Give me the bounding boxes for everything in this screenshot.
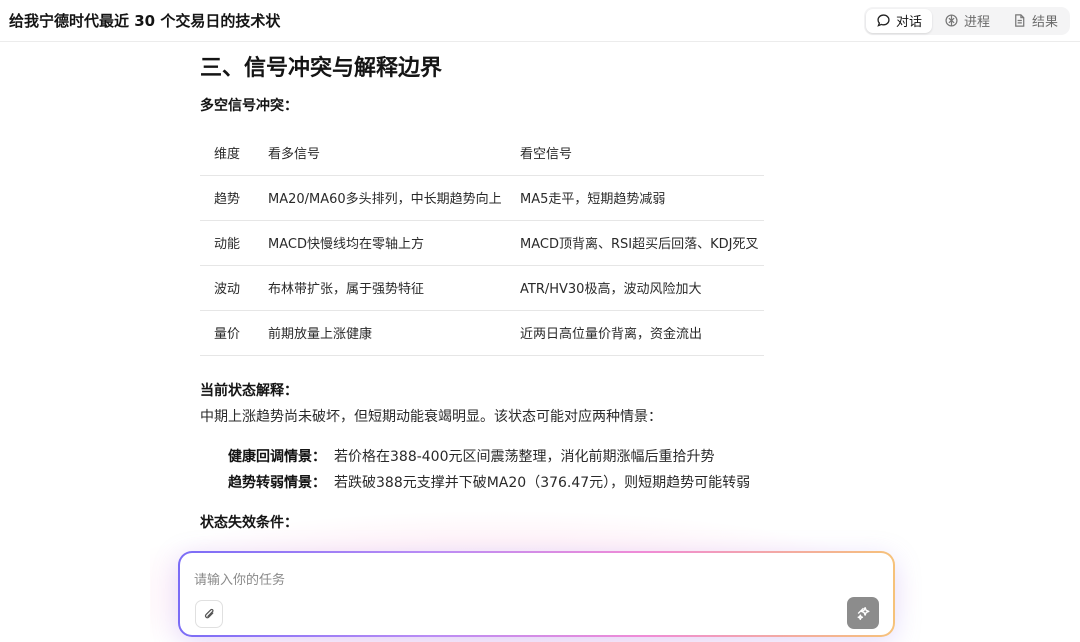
- state-heading: 当前状态解释：: [200, 383, 298, 399]
- invalid-condition-heading: 状态失效条件：: [200, 515, 298, 531]
- tab-result-label: 结果: [1031, 15, 1058, 30]
- table-header-row: 维度 看多信号 看空信号: [200, 131, 764, 175]
- table-cell: 趋势: [200, 174, 254, 220]
- table-row: 趋势 MA20/MA60多头排列，中长期趋势向上 MA5走平，短期趋势减弱: [200, 174, 764, 220]
- scenario-text: 若跌破388元支撑并下破MA20（376.47元），则短期趋势可能转弱: [334, 475, 751, 491]
- composer: [178, 551, 895, 637]
- conflict-heading: 多空信号冲突：: [200, 98, 298, 114]
- table-cell: 布林带扩张，属于强势特征: [254, 264, 506, 310]
- scenario-text: 若价格在388-400元区间震荡整理，消化前期涨幅后重拾升势: [334, 449, 715, 465]
- composer-box: [180, 553, 893, 635]
- tab-chat[interactable]: 对话: [865, 8, 932, 33]
- table-cell: 近两日高位量价背离，资金流出: [506, 309, 764, 356]
- signal-conflict-table: 维度 看多信号 看空信号 趋势 MA20/MA60多头排列，中长期趋势向上 MA…: [200, 131, 764, 356]
- table-cell: MACD顶背离、RSI超买后回落、KDJ死叉: [506, 219, 764, 265]
- paperclip-icon: [204, 608, 214, 618]
- scenario-label: 健康回调情景：: [228, 449, 326, 465]
- scenario-item: 健康回调情景： 若价格在388-400元区间震荡整理，消化前期涨幅后重拾升势: [228, 446, 715, 466]
- scenario-label: 趋势转弱情景：: [228, 475, 326, 491]
- sparkle-icon: [856, 606, 870, 620]
- top-bar: 给我宁德时代最近 30 个交易日的技术状 对话 进程 结果: [0, 0, 1080, 42]
- task-input[interactable]: [194, 569, 834, 591]
- table-header-bullish: 看多信号: [268, 147, 321, 163]
- tab-process[interactable]: 进程: [934, 9, 1000, 33]
- section-heading: 三、信号冲突与解释边界: [200, 56, 443, 81]
- table-cell: 量价: [200, 309, 254, 356]
- attach-button[interactable]: [195, 600, 223, 628]
- tab-result[interactable]: 结果: [1002, 9, 1068, 33]
- process-icon: [945, 14, 958, 27]
- table-row: 动能 MACD快慢线均在零轴上方 MACD顶背离、RSI超买后回落、KDJ死叉: [200, 219, 764, 265]
- table-cell: 前期放量上涨健康: [254, 309, 506, 356]
- table-cell: MA20/MA60多头排列，中长期趋势向上: [254, 174, 506, 220]
- view-tabs: 对话 进程 结果: [863, 6, 1070, 35]
- chat-bubble-icon: [877, 14, 890, 27]
- table-row: 波动 布林带扩张，属于强势特征 ATR/HV30极高，波动风险加大: [200, 264, 764, 310]
- table-header-bearish: 看空信号: [520, 147, 573, 163]
- table-row: 量价 前期放量上涨健康 近两日高位量价背离，资金流出: [200, 309, 764, 356]
- scenario-item: 趋势转弱情景： 若跌破388元支撑并下破MA20（376.47元），则短期趋势可能…: [228, 472, 750, 492]
- document-icon: [1015, 14, 1025, 27]
- page-title: 给我宁德时代最近 30 个交易日的技术状: [9, 12, 281, 30]
- table-cell: MA5走平，短期趋势减弱: [506, 174, 764, 220]
- table-header-dimension: 维度: [214, 147, 241, 163]
- table-cell: ATR/HV30极高，波动风险加大: [506, 264, 764, 310]
- table-cell: MACD快慢线均在零轴上方: [254, 219, 506, 265]
- state-text: 中期上涨趋势尚未破坏，但短期动能衰竭明显。该状态可能对应两种情景：: [200, 409, 662, 425]
- table-cell: 动能: [200, 219, 254, 265]
- send-button[interactable]: [847, 597, 879, 629]
- table-cell: 波动: [200, 264, 254, 310]
- tab-chat-label: 对话: [895, 15, 922, 30]
- tab-process-label: 进程: [963, 15, 990, 30]
